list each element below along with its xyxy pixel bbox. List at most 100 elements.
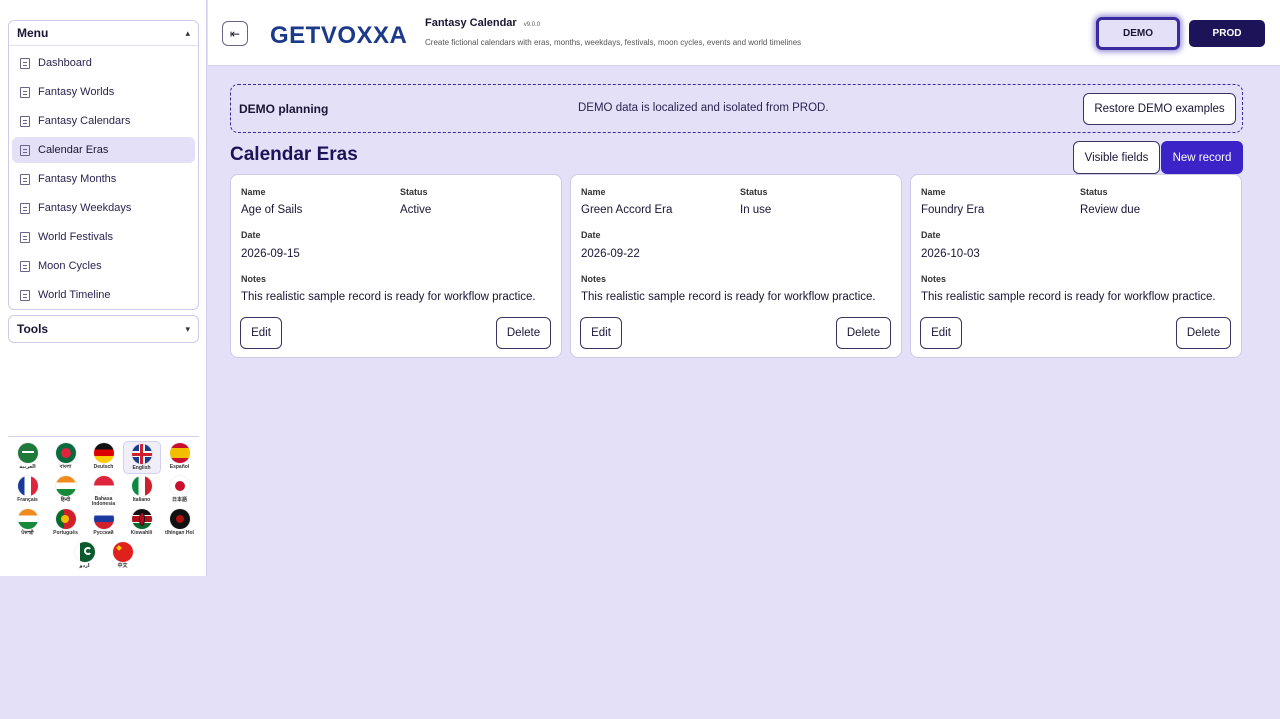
tools-panel[interactable]: Tools ▾ xyxy=(8,315,199,343)
document-icon xyxy=(20,57,30,69)
language-label: Русский xyxy=(93,530,114,536)
language-bengali[interactable]: বাংলা xyxy=(47,441,85,474)
language-english[interactable]: English xyxy=(122,441,161,474)
language-label: Français xyxy=(17,497,38,503)
sidebar-item-label: Fantasy Weekdays xyxy=(38,202,132,214)
logo-text: GETVOXXA xyxy=(270,22,408,49)
visible-fields-button[interactable]: Visible fields xyxy=(1073,141,1160,174)
date-value: 2026-10-03 xyxy=(921,248,980,260)
menu-panel-header[interactable]: Menu ▴ xyxy=(9,21,198,46)
sidebar-item-label: Moon Cycles xyxy=(38,260,102,272)
flag-russia-icon xyxy=(93,509,114,529)
env-demo-button[interactable]: DEMO xyxy=(1096,17,1180,50)
language-label: বাংলা xyxy=(59,464,72,470)
flag-saudi-arabia-icon xyxy=(17,443,38,463)
app-header: ⇤ GETVOXXA Fantasy Calendar v9.0.0 Creat… xyxy=(208,0,1280,66)
sidebar-item-fantasy-calendars[interactable]: Fantasy Calendars xyxy=(12,108,195,134)
record-card: Name Status Age of Sails Active Date 202… xyxy=(230,174,562,358)
date-label: Date xyxy=(581,230,601,240)
status-label: Status xyxy=(740,187,768,197)
document-icon xyxy=(20,202,30,214)
language-japanese[interactable]: 日本語 xyxy=(161,474,199,507)
language-spanish[interactable]: Español xyxy=(161,441,199,474)
language-swahili[interactable]: Kiswahili xyxy=(123,507,161,540)
app-description: Create fictional calendars with eras, mo… xyxy=(425,38,802,47)
flag-germany-icon xyxy=(93,443,114,463)
language-russian[interactable]: Русский xyxy=(85,507,123,540)
sidebar-collapse-button[interactable]: ⇤ xyxy=(222,21,248,46)
menu-list: Dashboard Fantasy Worlds Fantasy Calenda… xyxy=(9,46,198,315)
flag-japan-icon xyxy=(169,476,190,496)
language-german[interactable]: Deutsch xyxy=(85,441,123,474)
sidebar-item-dashboard[interactable]: Dashboard xyxy=(12,50,195,76)
notice-message: DEMO data is localized and isolated from… xyxy=(578,102,829,114)
status-value: In use xyxy=(740,204,772,216)
sidebar-item-moon-cycles[interactable]: Moon Cycles xyxy=(12,253,195,279)
sidebar-item-world-festivals[interactable]: World Festivals xyxy=(12,224,195,250)
sidebar-item-fantasy-worlds[interactable]: Fantasy Worlds xyxy=(12,79,195,105)
tools-panel-header[interactable]: Tools ▾ xyxy=(9,316,198,342)
language-label: Kiswahili xyxy=(130,530,153,536)
app-title: Fantasy Calendar v9.0.0 xyxy=(425,17,540,29)
delete-button[interactable]: Delete xyxy=(1176,317,1231,349)
language-chinese[interactable]: 中文 xyxy=(104,540,142,573)
status-value: Active xyxy=(400,204,432,216)
name-label: Name xyxy=(241,187,266,197)
language-klingon[interactable]: tlhIngan Hol xyxy=(161,507,199,540)
language-hindi[interactable]: हिन्दी xyxy=(47,474,85,507)
notes-value: This realistic sample record is ready fo… xyxy=(581,291,876,303)
sidebar-item-fantasy-months[interactable]: Fantasy Months xyxy=(12,166,195,192)
document-icon xyxy=(20,289,30,301)
language-label: tlhIngan Hol xyxy=(165,530,194,536)
document-icon xyxy=(20,260,30,272)
demo-notice: DEMO planning DEMO data is localized and… xyxy=(230,84,1243,133)
flag-india-icon xyxy=(17,509,38,529)
language-label: Deutsch xyxy=(93,464,114,470)
sidebar-item-label: Fantasy Calendars xyxy=(38,115,131,127)
language-label: ਪੰਜਾਬੀ xyxy=(21,530,34,536)
flag-italy-icon xyxy=(131,476,152,496)
edit-button[interactable]: Edit xyxy=(920,317,962,349)
edit-button[interactable]: Edit xyxy=(580,317,622,349)
new-record-button[interactable]: New record xyxy=(1161,141,1243,174)
language-portuguese[interactable]: Português xyxy=(47,507,85,540)
language-french[interactable]: Français xyxy=(9,474,47,507)
flag-china-icon xyxy=(112,542,133,562)
record-card: Name Status Green Accord Era In use Date… xyxy=(570,174,902,358)
language-indonesian[interactable]: Bahasa Indonesia xyxy=(85,474,123,507)
delete-button[interactable]: Delete xyxy=(496,317,551,349)
menu-title: Menu xyxy=(17,26,49,40)
sidebar-item-label: Dashboard xyxy=(38,57,92,69)
sidebar-item-label: Fantasy Months xyxy=(38,173,117,185)
document-icon xyxy=(20,115,30,127)
logo: GETVOXXA xyxy=(270,18,407,54)
language-urdu[interactable]: اردو xyxy=(66,540,104,573)
language-italian[interactable]: Italiano xyxy=(123,474,161,507)
language-arabic[interactable]: العربية xyxy=(9,441,47,474)
page-title: Calendar Eras xyxy=(230,144,358,165)
document-icon xyxy=(20,173,30,185)
language-punjabi[interactable]: ਪੰਜਾਬੀ xyxy=(9,507,47,540)
language-label: 日本語 xyxy=(171,497,187,503)
language-label: हिन्दी xyxy=(60,497,71,503)
notes-value: This realistic sample record is ready fo… xyxy=(241,291,536,303)
delete-button[interactable]: Delete xyxy=(836,317,891,349)
notice-title: DEMO planning xyxy=(239,102,329,116)
sidebar-item-fantasy-weekdays[interactable]: Fantasy Weekdays xyxy=(12,195,195,221)
sidebar-item-calendar-eras[interactable]: Calendar Eras xyxy=(12,137,195,163)
notes-value: This realistic sample record is ready fo… xyxy=(921,291,1216,303)
flag-bangladesh-icon xyxy=(55,443,76,463)
flag-klingon-icon xyxy=(169,509,190,529)
chevron-up-icon: ▴ xyxy=(185,27,190,38)
sidebar-item-label: Calendar Eras xyxy=(38,144,109,156)
language-selector: العربية বাংলা Deutsch English Español Fr… xyxy=(8,436,199,572)
document-icon xyxy=(20,86,30,98)
edit-button[interactable]: Edit xyxy=(240,317,282,349)
sidebar-item-world-timeline[interactable]: World Timeline xyxy=(12,282,195,308)
env-prod-button[interactable]: PROD xyxy=(1189,20,1265,47)
language-label: Bahasa Indonesia xyxy=(91,496,116,507)
date-label: Date xyxy=(921,230,941,240)
name-value: Foundry Era xyxy=(921,204,985,216)
restore-demo-button[interactable]: Restore DEMO examples xyxy=(1083,93,1236,125)
name-value: Age of Sails xyxy=(241,204,303,216)
